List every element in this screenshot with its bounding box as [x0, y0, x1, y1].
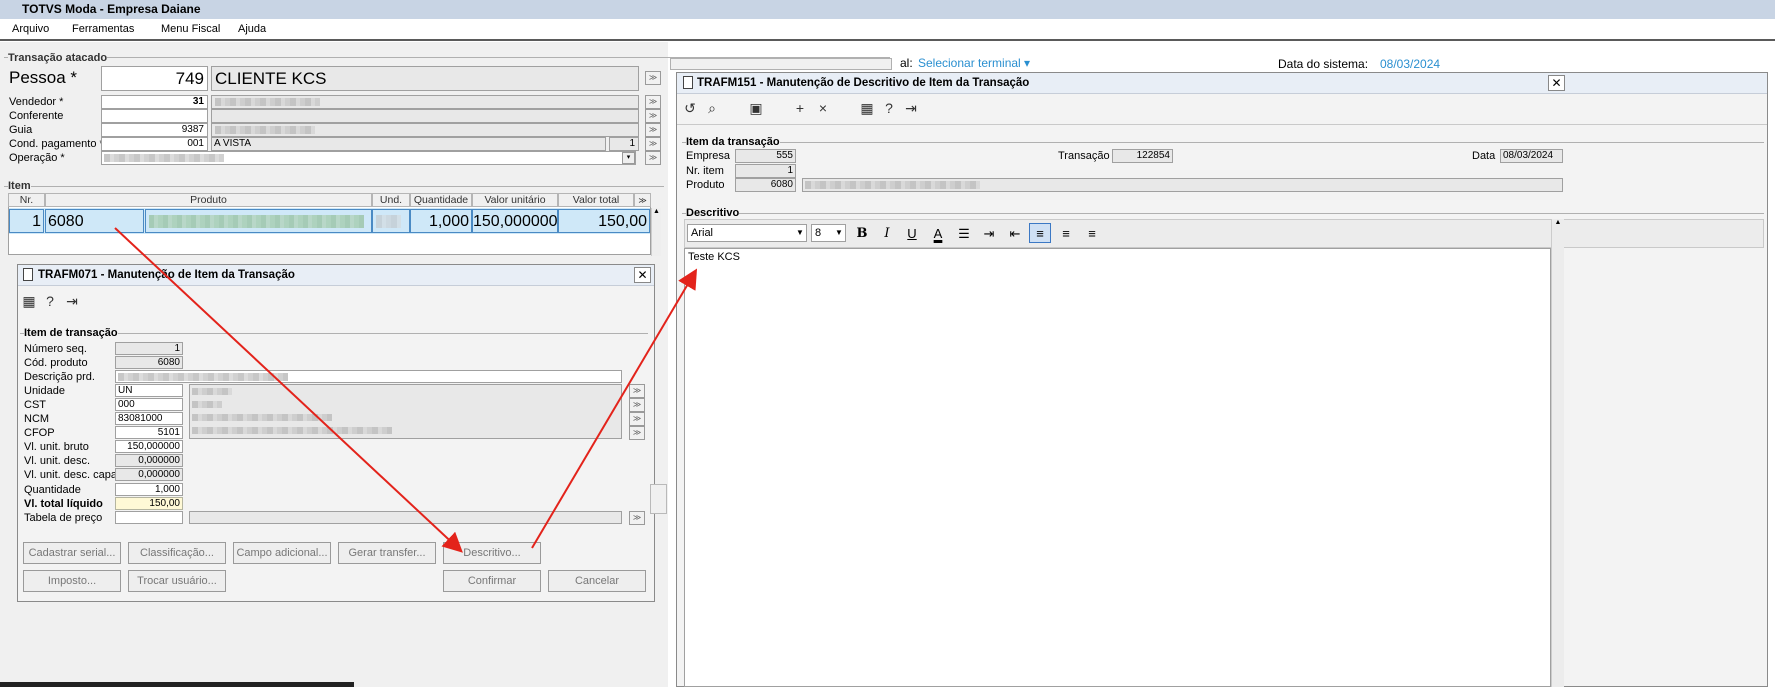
arrow-to-descritivo — [114, 227, 463, 553]
annotation-arrows — [114, 227, 698, 553]
arrow-to-editor — [531, 268, 698, 549]
